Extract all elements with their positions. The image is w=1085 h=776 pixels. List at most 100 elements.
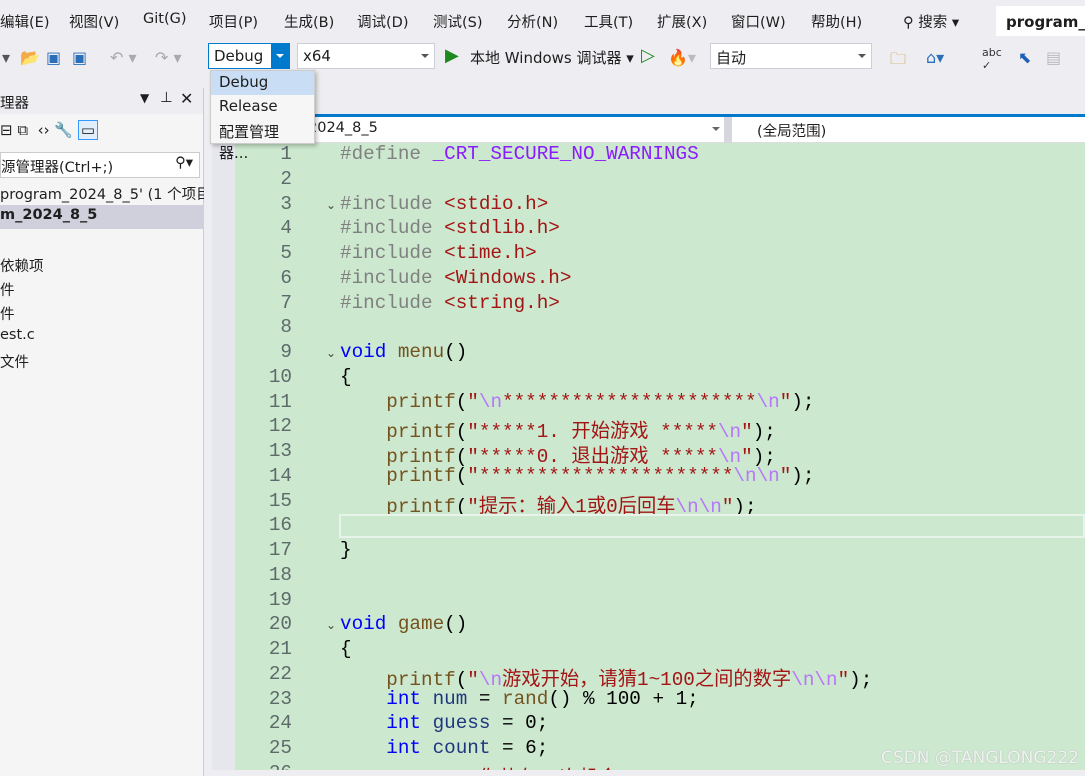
tree-item[interactable]: est.c [0,325,204,349]
tree-item[interactable] [0,229,204,253]
configuration-dropdown: Debug Release 配置管理器... [210,70,315,162]
redo-icon[interactable]: ↷ ▾ [155,48,182,67]
code-token: _CRT_SECURE_NO_WARNINGS [432,143,699,165]
hot-reload-icon[interactable]: 🔥▾ [668,48,696,67]
line-number: 20 [268,613,292,636]
tree-item[interactable]: program_2024_8_5' (1 个项目 [0,181,204,205]
line-number: 5 [280,242,292,264]
code-token: " [837,668,850,691]
code-token: ( [455,464,468,487]
save-icon[interactable]: ▣ [46,48,61,67]
code-token: { [340,365,352,388]
line-number: 3 [280,192,292,215]
chevron-down-icon [858,54,866,58]
menu-item[interactable]: 测试(S) [433,11,483,32]
dropdown-arrow-icon[interactable]: ▼ [140,91,149,105]
menu-item[interactable]: 调试(D) [357,11,408,32]
line-number: 22 [268,662,292,685]
line-number: 23 [268,687,292,710]
code-token: { [340,638,352,660]
collapse-icon[interactable]: ⊟ [0,121,13,139]
solution-search-input[interactable]: 源管理器(Ctrl+;) ⚲▾ [0,152,200,178]
dropdown-arrow-icon[interactable]: ▾ [2,48,10,67]
project-select[interactable]: 2024_8_5 [308,120,378,136]
wrench-icon[interactable]: 🔧 [54,121,73,139]
menu-item[interactable]: 编辑(E) [0,11,49,32]
code-token: printf [340,390,456,413]
tree-item[interactable]: 件 [0,301,204,325]
menu-item[interactable]: 分析(N) [507,11,558,32]
line-number: 13 [268,440,292,462]
cursor-icon[interactable]: ⬉ [1018,48,1031,67]
code-line: { [340,638,352,660]
menu-item[interactable]: 工具(T) [584,11,633,32]
line-number: 14 [268,464,292,487]
code-token: <Windows.h> [444,266,572,289]
window-home-icon[interactable]: ⌂▾ [926,48,944,67]
tree-item[interactable]: m_2024_8_5 [0,205,204,229]
code-token: game [397,613,445,636]
code-icon[interactable]: ‹› [38,121,50,139]
close-icon[interactable]: ✕ [180,89,193,108]
search-button[interactable]: ⚲ 搜索 ▾ [903,11,959,32]
code-line: #include <string.h> [340,292,560,314]
code-token: = 0; [490,712,549,735]
bottom-bar [212,770,1085,776]
config-option[interactable]: Debug [211,71,314,95]
open-folder-icon[interactable]: 📂 [20,48,40,67]
code-token: void [340,613,398,636]
panel-header: 理器 ▼ ⊥ ✕ [0,88,203,114]
code-token: () [444,341,468,363]
menu-item[interactable]: 视图(V) [69,11,119,32]
menu-item[interactable]: 窗口(W) [731,11,786,32]
menu-item[interactable]: 生成(B) [284,11,334,32]
tree-item[interactable]: 依赖项 [0,253,204,277]
copy-icon[interactable]: ⧉ [17,121,28,139]
code-line: int count = 6; [340,737,548,759]
line-number: 4 [280,217,292,240]
watermark: CSDN @TANGLONG222 [880,748,1079,768]
start-without-debug-icon[interactable]: ▷ [641,45,655,66]
code-token: int [340,712,433,735]
tree-item[interactable]: 件 [0,277,204,301]
config-option[interactable]: Release [211,95,314,119]
auto-select[interactable]: 自动 [710,43,872,69]
line-number: 24 [268,712,292,735]
fold-chevron-icon[interactable]: ⌄ [326,346,336,360]
menu-item[interactable]: 项目(P) [209,11,258,32]
paste-icon[interactable]: ▤ [1046,48,1061,67]
code-token: = [467,687,503,710]
menu-item[interactable]: Git(G) [143,11,187,27]
line-number: 16 [268,514,292,537]
line-number: 12 [268,415,292,438]
start-debugger-button[interactable]: 本地 Windows 调试器 ▾ [470,47,634,68]
line-number: 17 [268,539,292,561]
search-icon[interactable]: ⚲▾ [175,155,193,171]
spell-check-icon[interactable]: abc ✓ [982,46,1002,72]
menu-item[interactable]: 帮助(H) [811,11,862,32]
save-all-icon[interactable]: ▣ [72,48,87,67]
scope-select[interactable]: (全局范围) [757,120,826,141]
configuration-select[interactable]: Debug [208,43,290,69]
code-editor[interactable]: 1 #define _CRT_SECURE_NO_WARNINGS 2 3 ⌄ #incl… [235,143,1085,776]
config-option[interactable]: 配置管理器... [211,119,314,162]
fold-chevron-icon[interactable]: ⌄ [326,618,336,632]
chevron-down-icon[interactable] [712,127,720,131]
tree-item[interactable]: 文件 [0,349,204,373]
fold-chevron-icon[interactable]: ⌄ [326,198,336,212]
code-token: ********************** [502,390,757,413]
pin-icon[interactable]: ⊥ [160,90,173,106]
editor-margin [212,143,235,776]
preview-icon[interactable]: ▭ [77,120,99,140]
find-in-files-icon[interactable]: 🗀 [890,48,906,75]
line-number: 6 [280,266,292,289]
platform-select[interactable]: x64 [297,43,435,69]
chevron-down-icon[interactable] [271,44,289,68]
code-token: ); [849,668,873,691]
current-line-highlight [339,514,1085,539]
undo-icon[interactable]: ↶ ▾ [110,48,137,67]
play-icon[interactable]: ▶ [445,45,459,66]
menu-item[interactable]: 扩展(X) [657,11,707,32]
code-token: "********************** [467,464,734,487]
line-number: 18 [268,563,292,586]
